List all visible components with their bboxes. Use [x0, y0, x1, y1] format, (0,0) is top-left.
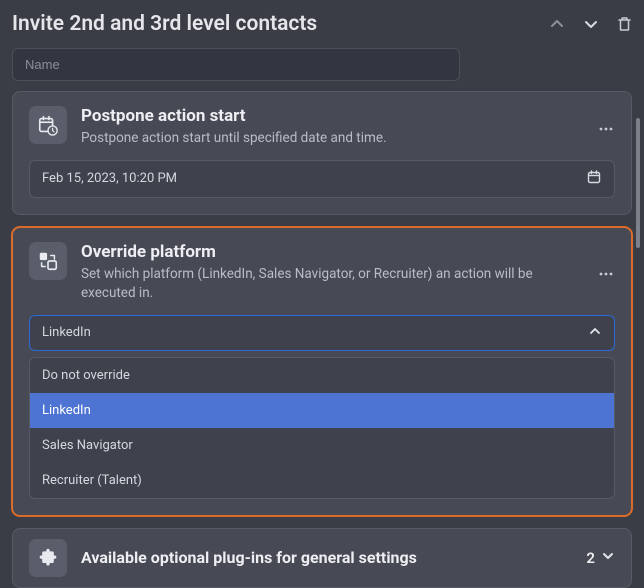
platform-dropdown: Do not override LinkedIn Sales Navigator… [29, 357, 615, 499]
scrollbar[interactable] [636, 118, 640, 248]
option-sales-navigator[interactable]: Sales Navigator [30, 428, 614, 463]
plugins-card[interactable]: Available optional plug-ins for general … [12, 528, 632, 588]
chevron-up-icon [588, 324, 602, 342]
postpone-card: Postpone action start Postpone action st… [12, 91, 632, 215]
calendar-clock-icon [29, 106, 67, 144]
override-title: Override platform [81, 242, 583, 262]
override-platform-card: Override platform Set which platform (Li… [12, 227, 632, 516]
postpone-datetime-field[interactable]: Feb 15, 2023, 10:20 PM [29, 160, 615, 198]
plugins-count: 2 [586, 549, 595, 567]
postpone-title: Postpone action start [81, 106, 583, 126]
page-title: Invite 2nd and 3rd level contacts [12, 12, 317, 36]
collapse-up-icon[interactable] [549, 16, 565, 32]
calendar-icon [586, 169, 602, 189]
trash-icon[interactable] [617, 16, 632, 32]
override-description: Set which platform (LinkedIn, Sales Navi… [81, 265, 583, 303]
puzzle-icon [29, 539, 67, 577]
chevron-down-icon [601, 549, 615, 567]
name-input[interactable] [12, 48, 460, 81]
platform-select-value: LinkedIn [42, 325, 91, 340]
option-linkedin[interactable]: LinkedIn [30, 393, 614, 428]
option-do-not-override[interactable]: Do not override [30, 358, 614, 393]
postpone-description: Postpone action start until specified da… [81, 129, 583, 148]
postpone-datetime-value: Feb 15, 2023, 10:20 PM [42, 171, 177, 186]
expand-down-icon[interactable] [583, 16, 599, 32]
postpone-actions-menu[interactable] [597, 106, 615, 148]
platform-switch-icon [29, 242, 67, 280]
plugins-title: Available optional plug-ins for general … [81, 548, 572, 567]
override-actions-menu[interactable] [597, 242, 615, 303]
platform-select[interactable]: LinkedIn [29, 315, 615, 351]
option-recruiter-talent[interactable]: Recruiter (Talent) [30, 463, 614, 498]
